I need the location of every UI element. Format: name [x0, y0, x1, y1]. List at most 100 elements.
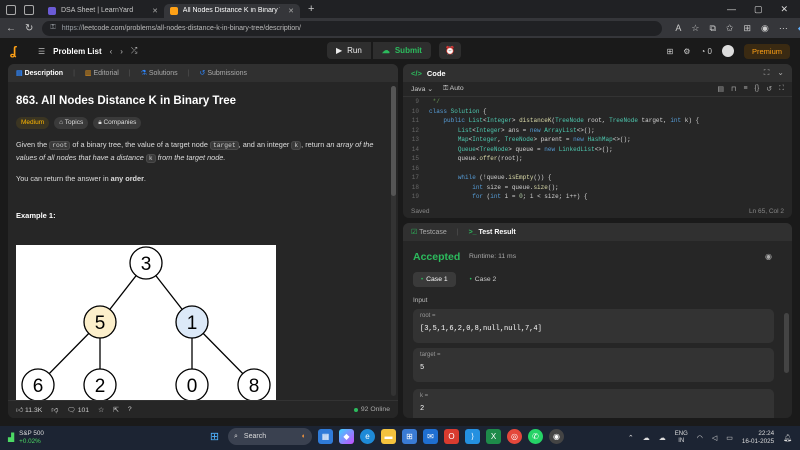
mail-icon[interactable]: ✉ [423, 429, 438, 444]
companies-button[interactable]: 🔒︎ Companies [93, 117, 142, 129]
premium-button[interactable]: Premium [743, 43, 790, 59]
like-button[interactable]: 👍︎ 11.3K [16, 406, 42, 414]
code-line[interactable]: 16 [403, 164, 792, 174]
browser-tab-dsa-sheet[interactable]: DSA Sheet | LearnYard ✕ [42, 4, 164, 18]
code-line[interactable]: 18 int size = queue.size(); [403, 183, 792, 193]
prev-problem-icon[interactable]: ‹ [110, 47, 113, 56]
minimize-icon[interactable]: — [727, 4, 736, 15]
eye-icon[interactable]: ◉ [765, 252, 772, 261]
tab-test-result[interactable]: >_ Test Result [469, 229, 516, 236]
comments-button[interactable]: 🗨︎ 101 [67, 406, 89, 414]
favorite-star-icon[interactable]: ☆ [691, 23, 699, 34]
code-line[interactable]: 15 queue.offer(root); [403, 154, 792, 164]
bookmark-icon[interactable]: ⊓ [731, 85, 736, 93]
topics-button[interactable]: ⌂ Topics [54, 117, 89, 129]
layout-icon[interactable]: ⊞ [667, 47, 674, 56]
wifi-icon[interactable]: ◠ [697, 434, 703, 442]
favorite-button[interactable]: ☆ [98, 406, 104, 414]
leetcode-logo-icon[interactable]: ʆ [10, 44, 24, 58]
file-explorer-icon[interactable]: ▬ [381, 429, 396, 444]
tab-testcase[interactable]: ☑ Testcase [411, 228, 447, 236]
run-button[interactable]: ▶ Run [327, 42, 371, 59]
windows-start-icon[interactable]: ⊞ [207, 429, 222, 444]
vscode-icon[interactable]: ⟩ [465, 429, 480, 444]
favorites-icon[interactable]: ✩ [726, 23, 734, 34]
tab-solutions[interactable]: ⚗ Solutions [141, 69, 178, 77]
browser-tab-leetcode[interactable]: All Nodes Distance K in Binary Tre ✕ [164, 3, 300, 18]
workspaces-icon[interactable] [6, 5, 16, 15]
new-tab-button[interactable]: + [308, 3, 314, 15]
language-indicator[interactable]: ENG IN [675, 431, 688, 445]
chevron-up-icon[interactable]: ⌃ [628, 434, 634, 442]
note-icon[interactable]: ▤ [717, 85, 724, 93]
copilot-app-icon[interactable]: ◆ [339, 429, 354, 444]
taskbar-search[interactable]: ⌕ Search ◐ [228, 428, 312, 445]
code-line[interactable]: 11 public List<Integer> distanceK(TreeNo… [403, 116, 792, 126]
office-icon[interactable]: O [444, 429, 459, 444]
more-menu-icon[interactable]: ⋯ [779, 23, 788, 34]
dislike-button[interactable]: 👎︎ [51, 406, 58, 414]
notification-bell-icon[interactable]: 🔔︎ [783, 434, 792, 442]
widgets-icon[interactable]: ▦ [318, 429, 333, 444]
close-window-icon[interactable]: ✕ [780, 4, 788, 15]
onedrive-icon[interactable]: ☁ [659, 434, 666, 442]
case-1-tab[interactable]: • Case 1 [413, 272, 456, 287]
maximize-icon[interactable]: ▢ [754, 4, 763, 15]
volume-icon[interactable]: ◁ [712, 434, 717, 442]
code-line[interactable]: 19 for (int i = 0; i < size; i++) { [403, 192, 792, 201]
store-icon[interactable]: ⊞ [402, 429, 417, 444]
reset-icon[interactable]: ↺ [766, 85, 772, 93]
read-aloud-icon[interactable]: A [675, 23, 681, 34]
code-line[interactable]: 12 List<Integer> ans = new ArrayList<>()… [403, 126, 792, 136]
tab-editorial[interactable]: ▥ Editorial [85, 69, 119, 77]
auto-mode-toggle[interactable]: ⚿ Auto [443, 85, 464, 93]
close-tab-icon[interactable]: ✕ [288, 7, 294, 15]
collapse-panel-icon[interactable]: ⌄ [777, 68, 784, 78]
next-problem-icon[interactable]: › [120, 47, 123, 56]
tab-submissions[interactable]: ↺ Submissions [199, 69, 247, 77]
split-screen-icon[interactable]: ⧉ [709, 23, 715, 34]
code-line[interactable]: 10 class Solution { [403, 107, 792, 117]
maximize-panel-icon[interactable]: ⛶ [764, 68, 770, 78]
avatar[interactable] [721, 45, 734, 57]
whatsapp-icon[interactable]: ✆ [528, 429, 543, 444]
back-icon[interactable]: ← [6, 23, 16, 34]
submit-button[interactable]: ☁ Submit [372, 42, 431, 59]
test-scrollbar[interactable] [784, 313, 789, 373]
app-icon[interactable]: ◉ [549, 429, 564, 444]
problem-list-link[interactable]: Problem List [53, 47, 101, 56]
url-field[interactable]: ⚿ https://leetcode.com/problems/all-node… [42, 20, 663, 36]
stock-widget[interactable]: ▟ S&P 500 +0.02% [8, 430, 44, 446]
collections-icon[interactable]: ⊞ [743, 23, 751, 34]
tab-description[interactable]: ▤ Description [16, 69, 63, 77]
braces-icon[interactable]: {} [755, 85, 760, 93]
description-scrollbar-thumb[interactable] [391, 86, 396, 196]
expand-icon[interactable]: ⛶ [779, 85, 784, 93]
timer-button[interactable]: ⏰ [438, 42, 461, 59]
code-line[interactable]: 14 Queue<TreeNode> queue = new LinkedLis… [403, 145, 792, 155]
online-dot-icon [353, 407, 358, 412]
chrome-icon[interactable]: ◎ [507, 429, 522, 444]
excel-icon[interactable]: X [486, 429, 501, 444]
streak-counter[interactable]: ◔ 0 [700, 47, 712, 56]
settings-gear-icon[interactable]: ⚙ [683, 47, 690, 56]
code-line[interactable]: 9 */ [403, 97, 792, 107]
code-line[interactable]: 13 Map<Integer, TreeNode> parent = new H… [403, 135, 792, 145]
cloud-icon[interactable]: ☁ [643, 434, 650, 442]
help-button[interactable]: ? [128, 406, 132, 413]
share-button[interactable]: ⇱ [113, 406, 119, 414]
profile-icon[interactable]: ◉ [761, 23, 769, 34]
clock[interactable]: 22:24 16-01-2025 [742, 430, 774, 446]
code-line[interactable]: 17 while (!queue.isEmpty()) { [403, 173, 792, 183]
close-tab-icon[interactable]: ✕ [152, 7, 158, 15]
case-2-tab[interactable]: • Case 2 [462, 272, 505, 287]
language-select[interactable]: Java ⌄ [411, 85, 433, 93]
format-icon[interactable]: ≡ [743, 85, 747, 93]
tab-actions-icon[interactable] [24, 5, 34, 15]
battery-icon[interactable]: ▭ [726, 434, 733, 442]
shuffle-icon[interactable]: ⤮ [131, 46, 137, 56]
comment-icon: 🗨︎ [67, 406, 76, 414]
edge-browser-icon[interactable]: e [360, 429, 375, 444]
refresh-icon[interactable]: ↻ [25, 23, 33, 34]
code-editor[interactable]: 9 */10 class Solution {11 public List<Int… [403, 97, 792, 201]
